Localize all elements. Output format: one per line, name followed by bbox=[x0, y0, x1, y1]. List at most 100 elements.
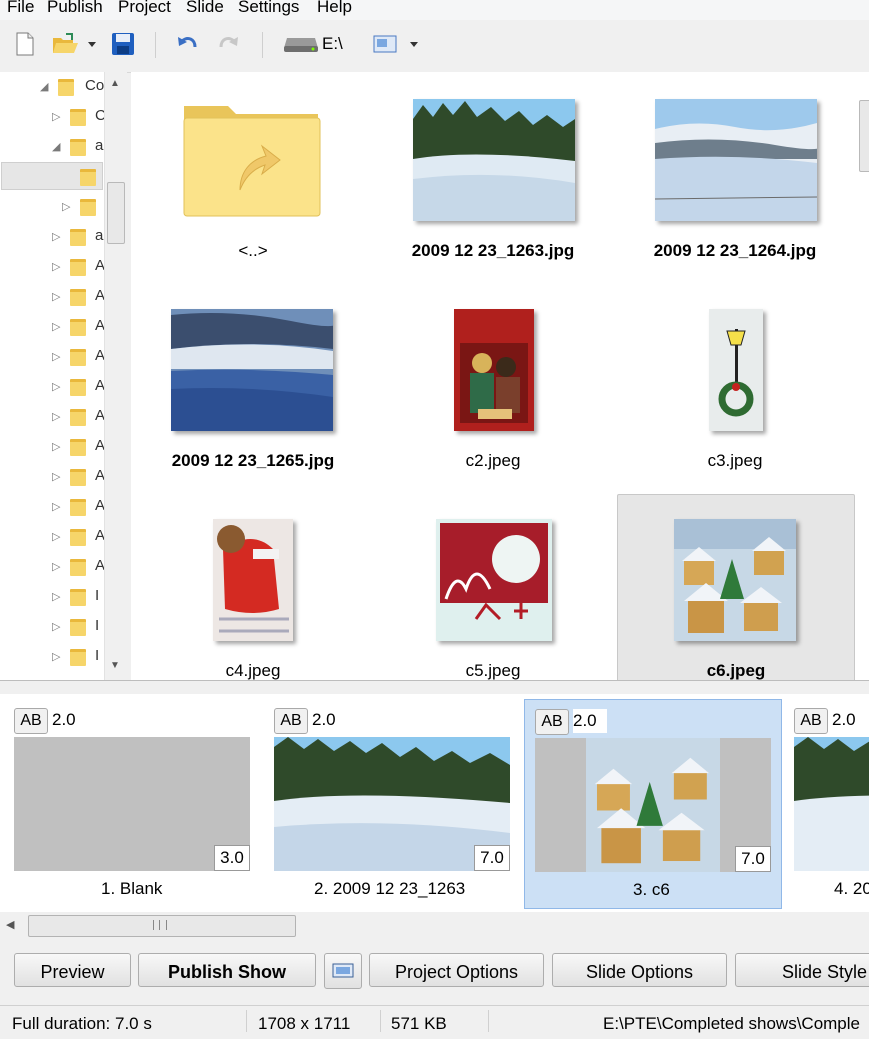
slide-item-selected[interactable]: AB 2.0 7.0 3. c6 bbox=[524, 699, 782, 909]
preview-button[interactable]: Preview bbox=[14, 953, 131, 987]
tree-item[interactable]: ▷ I bbox=[0, 586, 104, 610]
drive-icon[interactable] bbox=[283, 30, 319, 58]
slide-strip: AB 2.0 3.0 1. Blank AB 2.0 7.0 2. 2009 1… bbox=[0, 694, 869, 912]
slideshow-options-button[interactable] bbox=[324, 953, 362, 989]
tree-item[interactable]: ▷ A bbox=[0, 436, 104, 460]
tree-expand-icon[interactable]: ▷ bbox=[52, 560, 60, 573]
tree-expand-icon[interactable]: ▷ bbox=[52, 470, 60, 483]
new-file-icon[interactable] bbox=[14, 30, 36, 58]
slide-item[interactable]: AB 2.0 7.0 2. 2009 12 23_1263 bbox=[264, 699, 520, 907]
strip-scroll-thumb[interactable] bbox=[28, 915, 296, 937]
tree-expand-icon[interactable]: ▷ bbox=[52, 230, 60, 243]
tree-item[interactable]: ▷ A bbox=[0, 256, 104, 280]
tree-item-label: I bbox=[95, 587, 100, 604]
tree-item[interactable]: ▷ a bbox=[0, 226, 104, 250]
tree-expand-icon[interactable]: ▷ bbox=[52, 530, 60, 543]
tree-item[interactable]: ▷ I bbox=[0, 646, 104, 670]
tree-item[interactable]: ▷ I bbox=[0, 616, 104, 640]
menu-slide[interactable]: Slide bbox=[186, 0, 224, 17]
tree-expand-icon[interactable]: ▷ bbox=[62, 200, 70, 213]
menu-project[interactable]: Project bbox=[118, 0, 171, 17]
scroll-down-icon[interactable]: ▼ bbox=[110, 660, 120, 671]
tree-expand-icon[interactable]: ▷ bbox=[52, 590, 60, 603]
tree-item[interactable]: ▷ A bbox=[0, 346, 104, 370]
transition-type-button[interactable]: AB bbox=[535, 709, 569, 735]
undo-icon[interactable] bbox=[176, 30, 198, 58]
file-item[interactable]: c2.jpeg bbox=[375, 290, 611, 476]
tree-item[interactable]: ▷ A bbox=[0, 286, 104, 310]
transition-type-button[interactable]: AB bbox=[14, 708, 48, 734]
drive-label[interactable]: E:\ bbox=[322, 30, 343, 58]
tree-item[interactable]: ◢ Co bbox=[0, 76, 104, 100]
folder-icon bbox=[58, 79, 74, 96]
scroll-left-icon[interactable]: ◀ bbox=[6, 918, 14, 931]
transition-type-button[interactable]: AB bbox=[794, 708, 828, 734]
slide-options-button[interactable]: Slide Options bbox=[552, 953, 727, 987]
tree-item-label: A bbox=[95, 317, 104, 334]
tree-item[interactable]: ▷ A bbox=[0, 496, 104, 520]
file-item[interactable]: <..> bbox=[135, 80, 371, 266]
tree-expand-icon[interactable]: ▷ bbox=[52, 500, 60, 513]
tree-expand-icon[interactable]: ◢ bbox=[40, 80, 48, 93]
tree-expand-icon[interactable]: ▷ bbox=[52, 380, 60, 393]
file-item[interactable]: c5.jpeg bbox=[375, 500, 611, 680]
file-item[interactable]: 2009 12 23_1265.jpg bbox=[135, 290, 371, 476]
slide-item[interactable]: AB 2.0 3.0 1. Blank bbox=[4, 699, 260, 907]
open-folder-icon[interactable] bbox=[52, 30, 80, 58]
tree-expand-icon[interactable]: ▷ bbox=[52, 290, 60, 303]
tree-item[interactable]: ▷ A bbox=[0, 376, 104, 400]
grid-scroll-thumb[interactable] bbox=[859, 100, 869, 172]
transition-duration[interactable]: 2.0 bbox=[52, 708, 86, 732]
file-item[interactable]: 2009 12 23_1264.jpg bbox=[617, 80, 853, 266]
slide-item[interactable]: AB 2.0 4. 20 bbox=[784, 699, 869, 907]
tree-expand-icon[interactable]: ▷ bbox=[52, 440, 60, 453]
slide-style-button[interactable]: Slide Style bbox=[735, 953, 869, 987]
folder-icon bbox=[70, 319, 86, 336]
view-dropdown-icon[interactable] bbox=[408, 30, 420, 58]
transition-duration[interactable]: 2.0 bbox=[312, 708, 346, 732]
file-item-selected[interactable]: c6.jpeg bbox=[617, 494, 855, 680]
tree-expand-icon[interactable]: ▷ bbox=[52, 620, 60, 633]
tree-expand-icon[interactable]: ▷ bbox=[52, 350, 60, 363]
file-item[interactable]: c3.jpeg bbox=[617, 290, 853, 476]
publish-show-button[interactable]: Publish Show bbox=[138, 953, 316, 987]
slide-duration[interactable]: 3.0 bbox=[214, 845, 250, 871]
view-mode-icon[interactable] bbox=[373, 30, 397, 58]
tree-expand-icon[interactable]: ▷ bbox=[52, 650, 60, 663]
tree-item[interactable]: ◢ a bbox=[0, 136, 104, 160]
tree-scroll-thumb[interactable] bbox=[107, 182, 125, 244]
menu-settings[interactable]: Settings bbox=[238, 0, 299, 17]
menu-file[interactable]: File bbox=[7, 0, 34, 17]
slide-strip-scrollbar[interactable]: ◀ bbox=[0, 912, 869, 940]
tree-expand-icon[interactable]: ◢ bbox=[52, 140, 60, 153]
slide-duration[interactable]: 7.0 bbox=[474, 845, 510, 871]
transition-duration[interactable]: 2.0 bbox=[573, 709, 607, 733]
tree-item[interactable] bbox=[0, 166, 104, 190]
tree-scrollbar[interactable]: ▲ ▼ bbox=[104, 72, 127, 680]
slide-duration[interactable]: 7.0 bbox=[735, 846, 771, 872]
pane-splitter[interactable] bbox=[0, 680, 869, 695]
transition-duration[interactable]: 2.0 bbox=[832, 708, 866, 732]
tree-item[interactable]: ▷ A bbox=[0, 556, 104, 580]
redo-icon[interactable] bbox=[218, 30, 240, 58]
tree-expand-icon[interactable]: ▷ bbox=[52, 110, 60, 123]
project-options-button[interactable]: Project Options bbox=[369, 953, 544, 987]
tree-item[interactable]: ▷ A bbox=[0, 316, 104, 340]
transition-type-button[interactable]: AB bbox=[274, 708, 308, 734]
tree-item[interactable]: ▷ A bbox=[0, 406, 104, 430]
tree-item[interactable]: ▷ A bbox=[0, 466, 104, 490]
tree-item[interactable]: ▷ A bbox=[0, 526, 104, 550]
scroll-up-icon[interactable]: ▲ bbox=[110, 78, 120, 89]
tree-item[interactable]: ▷ bbox=[0, 196, 104, 220]
chevron-down-icon[interactable] bbox=[86, 30, 98, 58]
save-icon[interactable] bbox=[111, 30, 135, 58]
menu-publish[interactable]: Publish bbox=[47, 0, 103, 17]
file-item[interactable]: 2009 12 23_1263.jpg bbox=[375, 80, 611, 266]
file-item[interactable]: c4.jpeg bbox=[135, 500, 371, 680]
tree-expand-icon[interactable]: ▷ bbox=[52, 320, 60, 333]
tree-item[interactable]: ▷ C bbox=[0, 106, 104, 130]
slide-thumbnail: 7.0 bbox=[274, 737, 510, 871]
menu-help[interactable]: Help bbox=[317, 0, 352, 17]
tree-expand-icon[interactable]: ▷ bbox=[52, 260, 60, 273]
tree-expand-icon[interactable]: ▷ bbox=[52, 410, 60, 423]
